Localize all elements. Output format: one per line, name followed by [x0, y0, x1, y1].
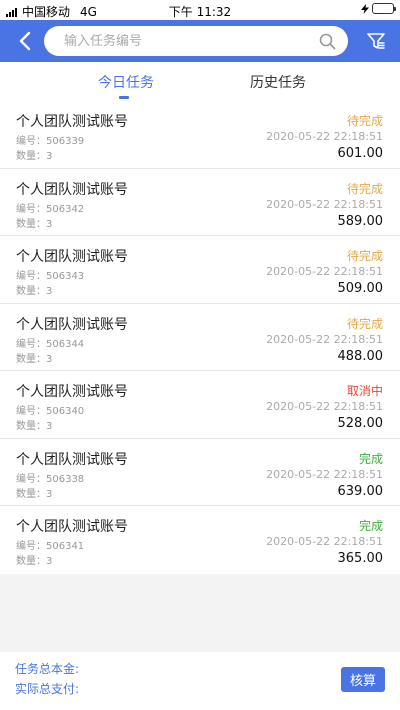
task-number: 编号：506344 [16, 338, 85, 350]
task-number: 编号：506340 [16, 406, 85, 417]
task-amount: 528.00 [337, 416, 384, 431]
task-number: 编号：506338 [16, 473, 85, 485]
task-quantity: 数量：3 [16, 151, 53, 162]
status-right [360, 3, 396, 14]
task-number: 编号：506339 [16, 136, 85, 147]
task-status-badge: 待完成 [346, 181, 383, 196]
task-amount: 601.00 [337, 146, 384, 161]
status-bar: 中国移动 4G 下午 11:32 [0, 0, 400, 20]
footer-summary: 任务总本金: 实际总支付: 核算 [0, 652, 400, 710]
task-row[interactable]: 个人团队测试账号编号：506341 数量：3 完成 2020-05-22 22:18:… [0, 506, 400, 574]
task-quantity: 数量：3 [16, 286, 53, 297]
task-number: 编号：506341 [16, 541, 85, 552]
task-timestamp: 2020-05-22 22:18:51 [266, 332, 383, 346]
task-list: 个人团队测试账号 编号：506339 数量：3 待完成 2020-05-22 22:18… [0, 101, 400, 574]
task-status-badge: 取消中 [346, 384, 383, 398]
battery-icon [372, 3, 396, 14]
task-timestamp: 2020-05-22 22:18:51 [266, 130, 383, 143]
tab-today-tasks[interactable]: 今日任务 [98, 72, 154, 92]
task-quantity: 数量：3 [16, 488, 53, 500]
task-amount: 365.00 [337, 551, 384, 566]
task-timestamp: 2020-05-22 22:18:51 [266, 535, 383, 548]
task-row[interactable]: 个人团队测试账号编号：506344 数量：3 待完成 2020-05-22 22:18… [0, 304, 400, 371]
task-status-badge: 待完成 [346, 114, 383, 128]
task-number: 编号：506343 [16, 271, 85, 282]
task-status-badge: 待完成 [346, 249, 383, 263]
task-status-badge: 待完成 [346, 316, 383, 331]
task-row[interactable]: 个人团队测试账号编号：506343 数量：3 待完成 2020-05-22 22:18… [0, 236, 400, 304]
task-amount: 589.00 [337, 213, 384, 229]
task-timestamp: 2020-05-22 22:18:51 [266, 400, 383, 413]
charging-icon [360, 3, 370, 14]
task-status-badge: 完成 [358, 519, 383, 533]
task-row[interactable]: 个人团队测试账号编号：506340 数量：3 取消中 2020-05-22 22:18… [0, 371, 400, 439]
total-principal-label: 任务总本金: [15, 662, 80, 676]
task-number: 编号：506342 [16, 203, 85, 215]
task-row[interactable]: 个人团队测试账号编号：506338 数量：3 完成 2020-05-22 22:18:… [0, 439, 400, 506]
tab-bar: 今日任务 历史任务 [0, 62, 400, 106]
filter-icon [367, 33, 385, 49]
task-name: 个人团队测试账号 [16, 384, 128, 400]
tab-history-tasks[interactable]: 历史任务 [250, 72, 306, 92]
status-time: 下午 11:32 [168, 5, 232, 19]
task-name: 个人团队测试账号 [16, 519, 128, 535]
task-name: 个人团队测试账号 [16, 316, 128, 333]
filter-button[interactable] [364, 29, 388, 53]
task-row[interactable]: 个人团队测试账号编号：506339 数量：3 待完成 2020-05-22 22:18… [0, 101, 400, 169]
nav-bar [0, 20, 400, 62]
task-name: 个人团队测试账号 [16, 249, 128, 265]
task-name: 个人团队测试账号 [16, 181, 128, 198]
verify-button[interactable]: 核算 [341, 667, 385, 692]
actual-paid-label: 实际总支付: [15, 682, 80, 696]
task-amount: 639.00 [337, 483, 384, 499]
task-quantity: 数量：3 [16, 556, 53, 567]
search-input[interactable] [64, 33, 318, 49]
task-timestamp: 2020-05-22 22:18:51 [266, 197, 383, 211]
search-box[interactable] [44, 26, 348, 56]
task-quantity: 数量：3 [16, 353, 53, 365]
task-timestamp: 2020-05-22 22:18:51 [266, 265, 383, 278]
task-timestamp: 2020-05-22 22:18:51 [266, 467, 383, 481]
task-name: 个人团队测试账号 [16, 451, 128, 468]
task-amount: 509.00 [337, 281, 384, 296]
task-quantity: 数量：3 [16, 421, 53, 432]
search-icon[interactable] [318, 32, 336, 50]
active-tab-indicator [119, 96, 129, 99]
task-row[interactable]: 个人团队测试账号编号：506342 数量：3 待完成 2020-05-22 22:18… [0, 169, 400, 236]
task-amount: 488.00 [337, 348, 384, 364]
chevron-left-icon [19, 31, 31, 51]
task-name: 个人团队测试账号 [16, 114, 128, 130]
back-button[interactable] [12, 27, 38, 55]
task-status-badge: 完成 [358, 451, 383, 466]
task-quantity: 数量：3 [16, 218, 53, 230]
